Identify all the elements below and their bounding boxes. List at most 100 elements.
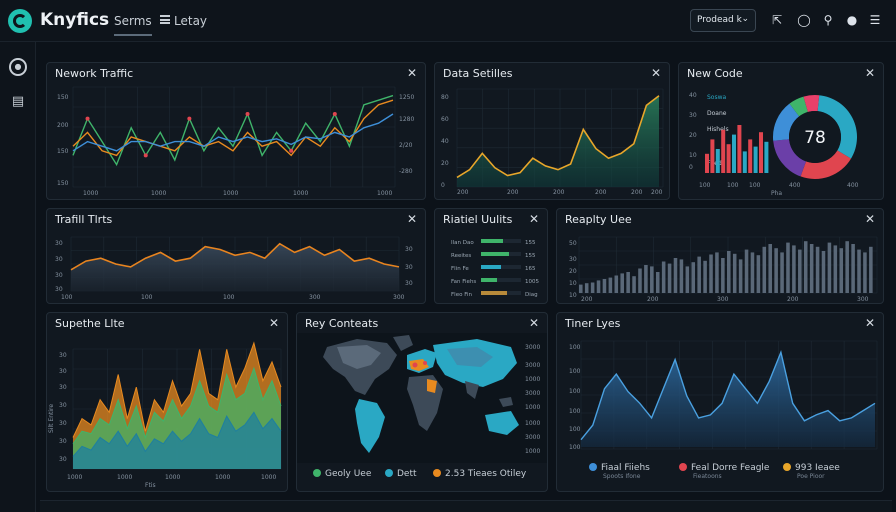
bar bbox=[579, 284, 583, 293]
y-tick-right: 30 bbox=[405, 264, 413, 271]
bar bbox=[833, 245, 838, 293]
bar bbox=[821, 251, 826, 293]
y-tick-right: 1000 bbox=[525, 448, 540, 455]
y-tick: 40 bbox=[689, 92, 697, 99]
y-tick-right: 2/20 bbox=[399, 142, 413, 149]
data-point-marker bbox=[85, 116, 90, 121]
row-label: Ilan Dao bbox=[451, 240, 474, 246]
bar bbox=[792, 245, 796, 293]
x-tick: 1000 bbox=[165, 474, 180, 481]
search-icon[interactable]: ⚲ bbox=[821, 13, 835, 27]
legend-item[interactable]: Geoly Uee bbox=[313, 469, 371, 479]
y-tick: 30 bbox=[59, 368, 67, 375]
bar bbox=[650, 266, 654, 293]
bar bbox=[780, 252, 784, 293]
x-tick: 1000 bbox=[377, 190, 392, 197]
app-logo[interactable] bbox=[8, 9, 32, 33]
y-tick: 200 bbox=[57, 122, 69, 129]
bar bbox=[869, 246, 873, 293]
legend-item[interactable]: Dett bbox=[385, 469, 417, 479]
y-tick-right: 1280 bbox=[399, 116, 414, 123]
legend-item[interactable]: Fiaal Fiiehs Spoots Ifone bbox=[589, 463, 650, 480]
bottom-panel-strip bbox=[40, 500, 892, 512]
bar bbox=[602, 279, 607, 293]
share-icon[interactable]: ⇱ bbox=[770, 13, 784, 27]
row-value: 155 bbox=[525, 253, 536, 259]
legend-item[interactable]: 2.53 Tieaes Otiley bbox=[433, 469, 526, 479]
bar bbox=[857, 249, 861, 293]
x-tick: 200 bbox=[631, 189, 643, 196]
refresh-icon[interactable]: ◯ bbox=[797, 13, 811, 27]
nav-tab-letay[interactable]: Letay bbox=[174, 14, 207, 28]
panel-new-code: New Code ✕ 40 30 20 10 0 Soswa Doane His… bbox=[678, 62, 884, 200]
x-tick: 300 bbox=[717, 296, 729, 303]
map-hotspot-marker[interactable] bbox=[412, 362, 418, 368]
bar bbox=[638, 268, 642, 293]
bar bbox=[614, 275, 619, 293]
panel-map: Rey Conteats ✕ 3000 3000 1000 3000 1000 … bbox=[296, 312, 548, 492]
legend-label: 2.53 Tieaes Otiley bbox=[445, 469, 527, 479]
panel-supethe-llte: Supethe Llte ✕ 30 30 30 30 30 30 30 Silt… bbox=[46, 312, 288, 492]
product-select-value: Prodead k bbox=[697, 15, 742, 25]
user-icon[interactable]: ● bbox=[845, 13, 859, 27]
bar bbox=[738, 259, 743, 293]
y-tick: 30 bbox=[59, 402, 67, 409]
y-tick: 30 bbox=[55, 256, 63, 263]
y-tick: 100 bbox=[569, 408, 581, 415]
legend-item[interactable]: 993 Ieaee Poe Pioor bbox=[783, 463, 840, 480]
bar bbox=[774, 248, 778, 293]
x-tick: 1000 bbox=[67, 474, 82, 481]
y-tick: 150 bbox=[57, 94, 69, 101]
legend-swatch bbox=[385, 469, 393, 477]
world-map[interactable]: 3000 3000 1000 3000 1000 1000 3000 1000 bbox=[297, 313, 548, 492]
bar bbox=[753, 146, 758, 173]
bar bbox=[827, 242, 832, 293]
x-tick: 1000 bbox=[223, 190, 238, 197]
x-tick: 200 bbox=[507, 189, 519, 196]
y-tick: 30 bbox=[569, 256, 577, 263]
bar bbox=[721, 129, 726, 173]
legend-item[interactable]: Feal Dorre Feagle Fieatoons bbox=[679, 463, 769, 480]
nav-tab-serms[interactable]: Serms bbox=[114, 14, 152, 36]
bar bbox=[626, 272, 630, 293]
x-tick: 200 bbox=[553, 189, 565, 196]
y-tick-right: 3000 bbox=[525, 390, 540, 397]
bar bbox=[851, 244, 855, 293]
legend-swatch bbox=[589, 463, 597, 471]
x-tick: 1000 bbox=[261, 474, 276, 481]
y-axis-label: Silt Entire bbox=[48, 404, 55, 433]
product-select[interactable]: Prodead k ⌄ bbox=[690, 9, 756, 32]
y-tick: 10 bbox=[569, 292, 577, 299]
area-fill bbox=[457, 95, 659, 187]
data-point-marker bbox=[289, 148, 294, 153]
y-tick: 20 bbox=[441, 160, 449, 167]
x-tick: 400 bbox=[789, 182, 801, 189]
bar bbox=[608, 277, 613, 293]
bar-list: Ilan Dao 155 Reeites 155 Flin Fe 165 Fan Fiehs… bbox=[451, 239, 539, 298]
area-fill bbox=[581, 352, 875, 447]
grid-icon[interactable]: ▤ bbox=[9, 93, 27, 111]
bar bbox=[644, 265, 648, 293]
x-tick: 100 bbox=[699, 182, 711, 189]
panel-reaplty-uee: Reaplty Uee ✕ 50 30 20 10 10 200 200 300… bbox=[556, 208, 884, 304]
bar bbox=[756, 255, 761, 293]
row-value: Diag bbox=[525, 292, 538, 298]
y-tick: 100 bbox=[569, 388, 581, 395]
x-label: Pha bbox=[771, 190, 782, 197]
x-tick: 100 bbox=[141, 294, 153, 301]
hamburger-icon[interactable]: ☰ bbox=[868, 13, 882, 27]
dashboard-icon[interactable]: ● bbox=[9, 58, 27, 76]
y-tick: 100 bbox=[569, 444, 581, 451]
panel-traffic-trends: Trafill Tlrts ✕ 30 30 30 30 30 30 30 100… bbox=[46, 208, 426, 304]
y-tick: 30 bbox=[55, 240, 63, 247]
x-tick: 200 bbox=[457, 189, 469, 196]
menu-icon[interactable] bbox=[160, 15, 170, 24]
top-bar: Knyfics Serms Letay Prodead k ⌄ ⇱ ◯ ⚲ ● … bbox=[0, 0, 896, 42]
bar bbox=[839, 248, 844, 293]
bar bbox=[655, 272, 660, 293]
map-hotspot-marker[interactable] bbox=[423, 361, 427, 365]
y-tick: 100 bbox=[569, 368, 581, 375]
y-tick-right: 3000 bbox=[525, 434, 540, 441]
bar bbox=[744, 249, 749, 293]
y-tick: 150 bbox=[57, 148, 69, 155]
